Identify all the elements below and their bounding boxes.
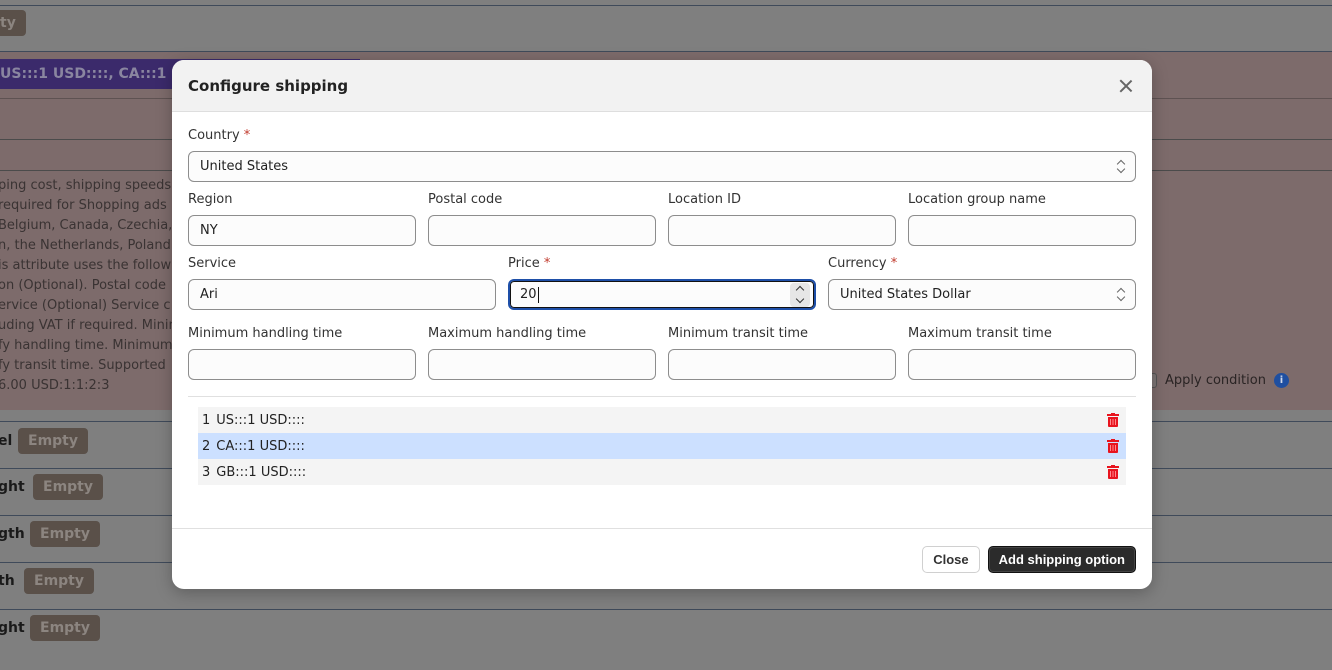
bg-attr-label: th bbox=[0, 573, 15, 589]
price-label-text: Price bbox=[508, 256, 540, 271]
currency-label-text: Currency bbox=[828, 256, 887, 271]
country-select[interactable]: United States bbox=[188, 151, 1136, 182]
option-value: CA:::1 USD:::: bbox=[216, 438, 305, 454]
max-handling-time-input[interactable] bbox=[428, 349, 656, 380]
bg-attribute-row: ght Empty bbox=[0, 610, 1332, 670]
configure-shipping-dialog: Configure shipping Country * United Stat… bbox=[172, 60, 1152, 589]
desc-line: required for Shopping ads bbox=[0, 198, 167, 213]
shipping-options-list: 1 US:::1 USD:::: 2 CA:::1 USD:::: 3 GB::… bbox=[198, 407, 1126, 485]
shipping-option-row[interactable]: 3 GB:::1 USD:::: bbox=[198, 459, 1126, 485]
currency-value: United States Dollar bbox=[840, 287, 971, 302]
desc-line: n, the Netherlands, Poland bbox=[0, 238, 171, 253]
location-group-name-label: Location group name bbox=[908, 192, 1046, 207]
shipping-option-row[interactable]: 2 CA:::1 USD:::: bbox=[198, 433, 1126, 459]
required-marker: * bbox=[543, 256, 551, 271]
option-value: US:::1 USD:::: bbox=[216, 412, 305, 428]
service-value: Ari bbox=[200, 287, 218, 302]
min-transit-time-label: Minimum transit time bbox=[668, 326, 809, 341]
desc-line: fy handling time. Minimum bbox=[0, 338, 172, 353]
price-input[interactable]: 20 bbox=[508, 279, 816, 310]
bg-empty-pill: Empty bbox=[33, 474, 103, 500]
option-index: 1 bbox=[202, 412, 211, 428]
required-marker: * bbox=[890, 256, 898, 271]
bg-empty-pill: Empty bbox=[18, 428, 88, 454]
max-transit-time-input[interactable] bbox=[908, 349, 1136, 380]
dialog-footer: Close Add shipping option bbox=[172, 528, 1152, 589]
trash-icon[interactable] bbox=[1107, 439, 1119, 453]
region-label: Region bbox=[188, 192, 233, 207]
shipping-option-row[interactable]: 1 US:::1 USD:::: bbox=[198, 407, 1126, 433]
postal-code-label: Postal code bbox=[428, 192, 503, 207]
min-transit-time-input[interactable] bbox=[668, 349, 896, 380]
service-label: Service bbox=[188, 256, 237, 271]
country-value: United States bbox=[200, 159, 289, 174]
bg-attr-label: ght bbox=[0, 479, 25, 495]
text-caret bbox=[537, 286, 539, 303]
bg-attr-label: gth bbox=[0, 526, 25, 542]
option-value: GB:::1 USD:::: bbox=[216, 464, 307, 480]
add-shipping-option-button[interactable]: Add shipping option bbox=[987, 545, 1136, 573]
bg-shipping-description: ping cost, shipping speeds required for … bbox=[0, 176, 172, 396]
max-transit-time-label: Maximum transit time bbox=[908, 326, 1052, 341]
required-marker: * bbox=[243, 128, 251, 143]
apply-condition[interactable]: Apply condition i bbox=[1144, 373, 1289, 388]
trash-icon[interactable] bbox=[1107, 465, 1119, 479]
bg-attr-label: el bbox=[0, 433, 13, 449]
desc-line: Belgium, Canada, Czechia, bbox=[0, 218, 172, 233]
location-group-name-input[interactable] bbox=[908, 215, 1136, 246]
bg-empty-pill: Empty bbox=[30, 615, 100, 641]
price-value: 20 bbox=[520, 287, 537, 302]
currency-label: Currency * bbox=[828, 256, 1136, 272]
location-id-input[interactable] bbox=[668, 215, 896, 246]
region-value: NY bbox=[200, 223, 218, 238]
trash-icon[interactable] bbox=[1107, 413, 1119, 427]
max-handling-time-label: Maximum handling time bbox=[428, 326, 587, 341]
dialog-header: Configure shipping bbox=[172, 60, 1152, 112]
min-handling-time-label: Minimum handling time bbox=[188, 326, 343, 341]
country-label-text: Country bbox=[188, 128, 240, 143]
select-arrows-icon bbox=[1117, 288, 1125, 302]
location-id-label: Location ID bbox=[668, 192, 741, 207]
price-label: Price * bbox=[508, 256, 816, 272]
min-handling-time-input[interactable] bbox=[188, 349, 416, 380]
close-button[interactable]: Close bbox=[922, 545, 980, 573]
desc-line: is attribute uses the follow bbox=[0, 258, 172, 273]
bg-empty-pill: Empty bbox=[30, 521, 100, 547]
dialog-body: Country * United States Region NY Postal… bbox=[172, 112, 1152, 528]
select-arrows-icon bbox=[1117, 160, 1125, 174]
desc-line: ervice (Optional) Service c bbox=[0, 298, 171, 313]
number-spinner[interactable] bbox=[790, 283, 810, 307]
desc-line: ping cost, shipping speeds bbox=[0, 178, 172, 193]
service-input[interactable]: Ari bbox=[188, 279, 496, 310]
desc-line: on (Optional). Postal code bbox=[0, 278, 166, 293]
option-index: 2 bbox=[202, 438, 211, 454]
region-input[interactable]: NY bbox=[188, 215, 416, 246]
bg-divider bbox=[0, 6, 1332, 52]
close-icon[interactable] bbox=[1118, 78, 1134, 94]
apply-condition-label: Apply condition bbox=[1165, 373, 1266, 388]
bg-attr-label: ght bbox=[0, 620, 25, 636]
desc-line: uding VAT if required. Minin bbox=[0, 318, 172, 333]
bg-empty-pill: Empty bbox=[24, 568, 94, 594]
option-index: 3 bbox=[202, 464, 211, 480]
desc-line: fy transit time. Supported bbox=[0, 358, 166, 373]
country-label: Country * bbox=[188, 128, 1136, 144]
section-divider bbox=[188, 396, 1136, 397]
desc-line: 6.00 USD:1:1:2:3 bbox=[0, 378, 110, 393]
dialog-title: Configure shipping bbox=[188, 76, 349, 95]
postal-code-input[interactable] bbox=[428, 215, 656, 246]
info-icon[interactable]: i bbox=[1273, 373, 1289, 388]
currency-select[interactable]: United States Dollar bbox=[828, 279, 1136, 310]
